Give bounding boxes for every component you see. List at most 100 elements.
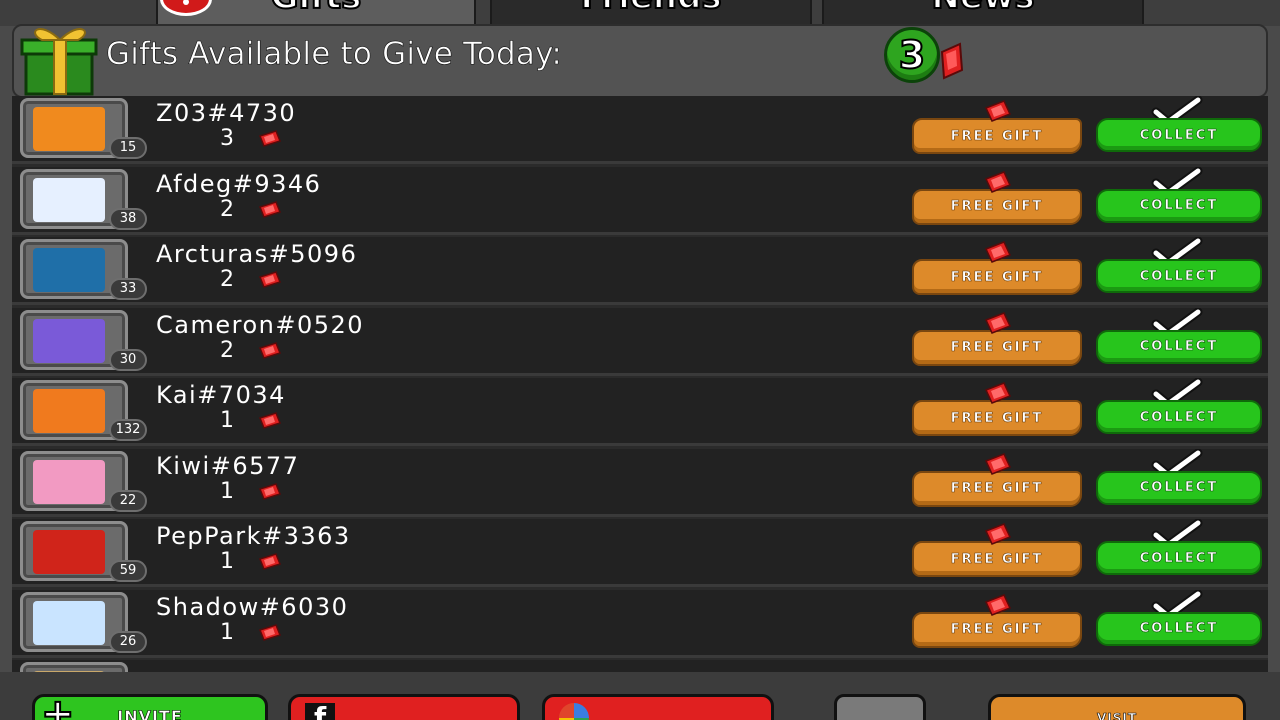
gift-count: 2 [220, 196, 234, 222]
tab-gifts-label: Gifts [270, 0, 363, 15]
visit-label: VISIT [1096, 711, 1138, 720]
gift-count: 1 [220, 549, 234, 574]
red-gem-icon [984, 452, 1012, 475]
red-gem-icon [984, 382, 1012, 404]
free-gift-button[interactable]: FREE GIFT [912, 170, 1082, 225]
collect-label: COLLECT [1139, 621, 1219, 637]
red-gem-icon [259, 130, 281, 147]
gifts-available-title: Gifts Available to Give Today: [106, 36, 563, 73]
gift-count: 2 [220, 337, 234, 363]
free-gift-button[interactable]: FREE GIFT [912, 452, 1082, 507]
red-gem-icon [259, 200, 281, 218]
red-gem-icon [984, 170, 1012, 193]
friend-avatar[interactable]: 26 [20, 591, 147, 653]
red-gem-icon [259, 412, 281, 429]
google-login-button[interactable] [542, 694, 774, 720]
red-gem-icon [259, 271, 281, 288]
free-gift-button[interactable]: FREE GIFT [912, 593, 1082, 648]
free-gift-label: FREE GIFT [950, 481, 1044, 497]
invite-button[interactable]: + INVITE [32, 690, 268, 720]
friend-name: Shadow#6030 [156, 592, 349, 621]
level-badge: 30 [109, 348, 147, 371]
facebook-icon [305, 701, 335, 720]
collect-button[interactable]: COLLECT [1096, 611, 1262, 646]
friend-row: 59 PepPark#3363 1 FREE GIFT COLLECT [12, 519, 1268, 587]
plus-icon: + [40, 690, 75, 720]
level-badge: 15 [109, 137, 147, 159]
collect-button[interactable]: COLLECT [1096, 118, 1262, 152]
friend-row: 30 Cameron#0520 2 FREE GIFT COLLECT [12, 307, 1268, 376]
friend-avatar[interactable]: 15 [20, 98, 147, 159]
gift-count-value: 3 [898, 32, 926, 78]
friend-name: PepPark#3363 [156, 522, 351, 550]
friend-row [12, 660, 1268, 672]
tab-news-label: News [930, 0, 1035, 15]
free-gift-label: FREE GIFT [950, 410, 1044, 426]
visit-button[interactable]: VISIT [988, 694, 1246, 720]
gift-count: 1 [220, 619, 234, 645]
friend-avatar[interactable]: 132 [20, 380, 147, 441]
friend-avatar[interactable] [20, 662, 128, 672]
red-gem-icon [984, 100, 1012, 122]
chest-button[interactable] [834, 694, 926, 720]
collect-button[interactable]: COLLECT [1096, 470, 1262, 505]
red-gem-icon [984, 311, 1012, 334]
facebook-login-button[interactable] [288, 694, 520, 720]
collect-button[interactable]: COLLECT [1096, 188, 1262, 223]
tab-news[interactable]: News [822, 0, 1144, 26]
friend-avatar[interactable]: 30 [20, 309, 147, 371]
friend-name: Afdeg#9346 [156, 169, 322, 198]
gift-count: 2 [220, 267, 234, 292]
collect-label: COLLECT [1139, 409, 1219, 425]
purple-dragon-avatar [33, 318, 105, 363]
gift-box-icon [20, 28, 98, 96]
collect-button[interactable]: COLLECT [1096, 259, 1262, 293]
gift-count: 1 [220, 408, 234, 433]
free-gift-button[interactable]: FREE GIFT [912, 311, 1082, 366]
collect-button[interactable]: COLLECT [1096, 400, 1262, 434]
free-gift-label: FREE GIFT [950, 128, 1044, 144]
pink-dragon-avatar [33, 459, 105, 504]
orange-tent-avatar [33, 107, 105, 151]
free-gift-label: FREE GIFT [950, 269, 1044, 285]
free-gift-button[interactable]: FREE GIFT [912, 241, 1082, 295]
collect-label: COLLECT [1139, 550, 1219, 566]
red-gem-icon [259, 553, 281, 570]
free-gift-button[interactable]: FREE GIFT [912, 523, 1082, 577]
red-gem-icon [984, 241, 1012, 263]
tab-friends[interactable]: Friends [490, 0, 812, 26]
free-gift-button[interactable]: FREE GIFT [912, 100, 1082, 154]
bottom-action-bar: + INVITE VISIT [0, 672, 1280, 720]
red-gem-icon [940, 42, 964, 80]
red-gem-icon [259, 482, 281, 500]
friend-avatar[interactable]: 22 [20, 450, 147, 512]
friend-name: Cameron#0520 [156, 310, 365, 339]
friend-name: Kiwi#6577 [156, 451, 300, 480]
ice-dragon-avatar [33, 600, 105, 645]
friend-gift-list[interactable]: 15 Z03#4730 3 FREE GIFT COLLECT 38 Afdeg#9346 2… [12, 96, 1268, 672]
friend-row: 15 Z03#4730 3 FREE GIFT COLLECT [12, 96, 1268, 164]
white-dragon-avatar [33, 177, 105, 222]
collect-label: COLLECT [1139, 339, 1219, 355]
red-gem-icon [259, 341, 281, 359]
friend-avatar[interactable]: 38 [20, 168, 147, 230]
collect-label: COLLECT [1139, 480, 1219, 496]
tab-friends-label: Friends [579, 0, 722, 15]
friend-name: Kai#7034 [156, 381, 286, 409]
level-badge: 132 [109, 419, 147, 441]
collect-button[interactable]: COLLECT [1096, 329, 1262, 364]
red-gem-icon [984, 523, 1012, 545]
free-gift-label: FREE GIFT [950, 551, 1044, 567]
friend-avatar[interactable]: 33 [20, 239, 147, 300]
friend-row: 26 Shadow#6030 1 FREE GIFT COLLECT [12, 589, 1268, 658]
friend-row: 33 Arcturas#5096 2 FREE GIFT COLLECT [12, 237, 1268, 305]
pumpkin-avatar [33, 389, 105, 433]
free-gift-button[interactable]: FREE GIFT [912, 382, 1082, 436]
gift-count: 1 [220, 478, 234, 504]
level-badge: 22 [109, 489, 147, 512]
friend-avatar[interactable]: 59 [20, 521, 147, 582]
collect-label: COLLECT [1139, 198, 1219, 214]
collect-button[interactable]: COLLECT [1096, 541, 1262, 575]
collect-label: COLLECT [1139, 268, 1219, 284]
blue-dragon-avatar [33, 248, 105, 292]
